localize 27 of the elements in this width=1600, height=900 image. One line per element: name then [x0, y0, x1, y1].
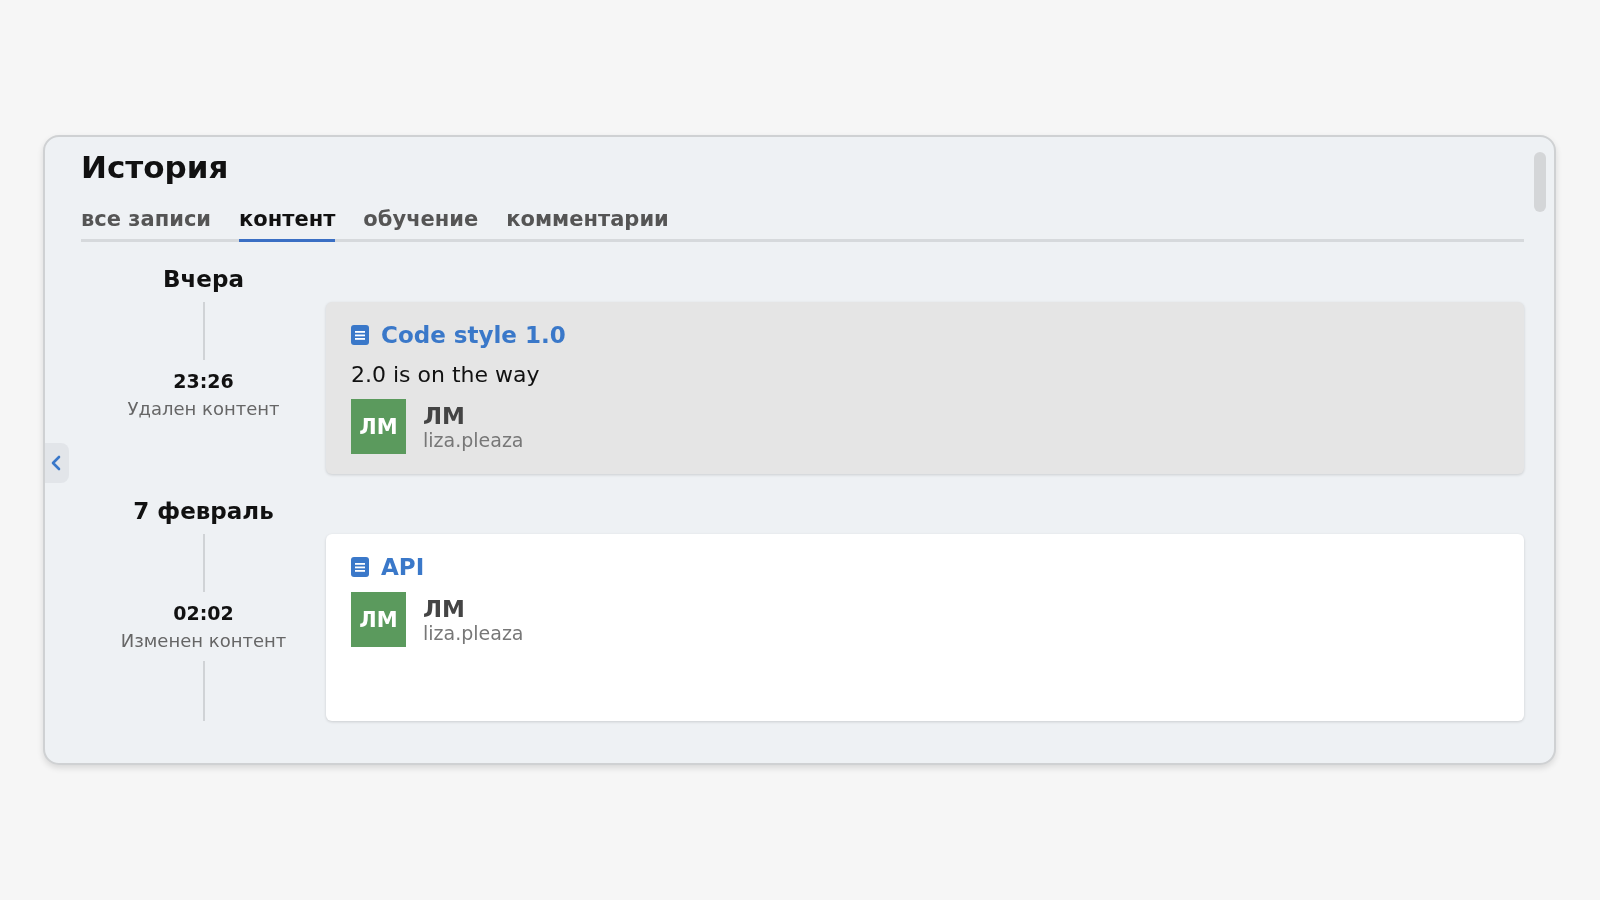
date-heading: Вчера: [163, 266, 244, 292]
content-link[interactable]: API: [381, 554, 425, 580]
author-name: ЛМ: [423, 595, 466, 622]
tab[interactable]: все записи: [81, 207, 212, 242]
history-card[interactable]: Code style 1.0 2.0 is on the way ЛМ ЛМ liza.pleaza: [326, 302, 1524, 474]
scrollbar-thumb[interactable]: [1534, 152, 1546, 212]
collapse-handle[interactable]: [45, 443, 69, 483]
card-description: 2.0 is on the way: [351, 362, 541, 387]
document-icon: [351, 557, 369, 577]
date-heading: 7 февраль: [133, 498, 274, 524]
document-icon: [351, 325, 369, 345]
page-title: История: [81, 149, 230, 187]
event-action: Удален контент: [127, 398, 280, 419]
tab[interactable]: обучение: [363, 207, 479, 242]
author-login: liza.pleaza: [423, 621, 524, 644]
event-time: 02:02: [173, 602, 234, 624]
chevron-left-icon: [51, 455, 61, 471]
avatar: ЛМ: [351, 592, 406, 647]
tab[interactable]: комментарии: [506, 207, 669, 242]
author-login: liza.pleaza: [423, 428, 524, 451]
avatar: ЛМ: [351, 399, 406, 454]
history-card[interactable]: API ЛМ ЛМ liza.pleaza: [326, 534, 1524, 721]
event-action: Изменен контент: [120, 630, 287, 651]
content-link[interactable]: Code style 1.0: [381, 322, 566, 348]
tab[interactable]: контент: [239, 207, 336, 242]
author-name: ЛМ: [423, 402, 466, 429]
event-time: 23:26: [173, 370, 234, 392]
